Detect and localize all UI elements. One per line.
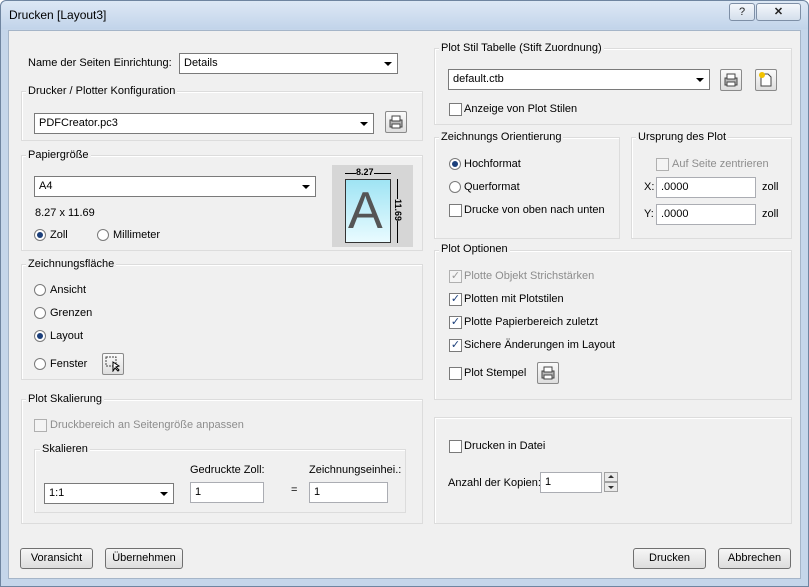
page-setup-label: Name der Seiten Einrichtung: xyxy=(28,57,172,69)
plot-with-styles-label[interactable]: Plotten mit Plotstilen xyxy=(464,293,564,305)
paper-preview: A 8.27 11.69 xyxy=(332,165,413,247)
plot-stamp-checkbox[interactable] xyxy=(449,367,462,380)
chevron-down-icon xyxy=(696,78,704,82)
show-plot-styles-label[interactable]: Anzeige von Plot Stilen xyxy=(464,103,577,115)
page-setup-select[interactable]: Details xyxy=(179,53,398,74)
close-button[interactable]: ✕ xyxy=(756,3,801,21)
upside-down-label[interactable]: Drucke von oben nach unten xyxy=(464,204,605,216)
center-plot-label[interactable]: Auf Seite zentrieren xyxy=(672,158,769,170)
orientation-group xyxy=(434,137,620,239)
edit-table-icon[interactable] xyxy=(720,69,742,91)
plot-style-group-title: Plot Stil Tabelle (Stift Zuordnung) xyxy=(439,42,604,54)
copies-down-arrow-icon[interactable] xyxy=(604,482,618,492)
plot-area-layout-radio[interactable] xyxy=(34,330,46,342)
center-plot-checkbox[interactable] xyxy=(656,158,669,171)
print-dialog: Drucken [Layout3] ? ✕ Name der Seiten Ei… xyxy=(0,0,809,587)
paper-size-text: 8.27 x 11.69 xyxy=(35,207,95,219)
lineweights-label[interactable]: Plotte Objekt Strichstärken xyxy=(464,270,594,282)
printed-units-input[interactable]: 1 xyxy=(190,482,264,503)
save-changes-label[interactable]: Sichere Änderungen im Layout xyxy=(464,339,615,351)
origin-group-title: Ursprung des Plot xyxy=(636,131,729,143)
title-bar: Drucken [Layout3] ? ✕ xyxy=(1,1,808,29)
unit-mm-label[interactable]: Millimeter xyxy=(113,229,160,241)
plot-area-window-radio[interactable] xyxy=(34,358,46,370)
upside-down-checkbox[interactable] xyxy=(449,204,462,217)
copies-up-arrow-icon[interactable] xyxy=(604,472,618,482)
plot-options-group-title: Plot Optionen xyxy=(439,243,510,255)
orientation-group-title: Zeichnungs Orientierung xyxy=(439,131,564,143)
paper-preview-sheet: A xyxy=(345,179,391,243)
plot-area-view-label[interactable]: Ansicht xyxy=(50,284,86,296)
paperspace-last-checkbox[interactable]: ✓ xyxy=(449,316,462,329)
scale-select[interactable]: 1:1 xyxy=(44,483,174,504)
plot-area-view-radio[interactable] xyxy=(34,284,46,296)
output-group xyxy=(434,417,792,524)
origin-y-label: Y: xyxy=(644,208,654,220)
help-button[interactable]: ? xyxy=(729,3,755,21)
origin-x-label: X: xyxy=(644,181,655,193)
chevron-down-icon xyxy=(302,185,310,189)
origin-x-unit: zoll xyxy=(762,181,779,193)
landscape-radio[interactable] xyxy=(449,181,461,193)
origin-y-input[interactable]: .0000 xyxy=(656,204,756,225)
printer-select[interactable]: PDFCreator.pc3 xyxy=(34,113,374,134)
apply-button[interactable]: Übernehmen xyxy=(105,548,183,569)
printer-value: PDFCreator.pc3 xyxy=(39,117,118,129)
plot-area-limits-label[interactable]: Grenzen xyxy=(50,307,92,319)
plot-area-layout-label[interactable]: Layout xyxy=(50,330,83,342)
portrait-label[interactable]: Hochformat xyxy=(464,158,521,170)
fit-to-paper-checkbox[interactable] xyxy=(34,419,47,432)
unit-inch-label[interactable]: Zoll xyxy=(50,229,68,241)
chevron-down-icon xyxy=(360,122,368,126)
page-setup-value: Details xyxy=(184,57,218,69)
paper-select[interactable]: A4 xyxy=(34,176,316,197)
printed-units-label: Gedruckte Zoll: xyxy=(190,464,265,476)
fit-to-paper-label[interactable]: Druckbereich an Seitengröße anpassen xyxy=(50,419,244,431)
plot-style-select[interactable]: default.ctb xyxy=(448,69,710,90)
stamp-settings-icon[interactable] xyxy=(537,362,559,384)
pick-window-icon[interactable] xyxy=(102,353,124,375)
print-to-file-label[interactable]: Drucken in Datei xyxy=(464,440,545,452)
plot-area-limits-radio[interactable] xyxy=(34,307,46,319)
paper-preview-height: 11.69 xyxy=(393,198,404,222)
scale-value: 1:1 xyxy=(49,487,65,499)
printer-properties-icon[interactable] xyxy=(385,111,407,133)
window-title: Drucken [Layout3] xyxy=(9,8,107,22)
copies-input[interactable]: 1 xyxy=(540,472,602,493)
equals-sign: = xyxy=(291,484,298,496)
chevron-down-icon xyxy=(384,62,392,66)
save-changes-checkbox[interactable]: ✓ xyxy=(449,339,462,352)
plot-with-styles-checkbox[interactable]: ✓ xyxy=(449,293,462,306)
plot-area-window-label[interactable]: Fenster xyxy=(50,358,87,370)
paper-preview-width: 8.27 xyxy=(356,167,374,177)
new-file-icon[interactable] xyxy=(755,69,777,91)
drawing-units-input[interactable]: 1 xyxy=(309,482,388,503)
print-to-file-checkbox[interactable] xyxy=(449,440,462,453)
dialog-body: Name der Seiten Einrichtung: Details Dru… xyxy=(8,30,801,579)
print-button[interactable]: Drucken xyxy=(633,548,706,569)
unit-inch-radio[interactable] xyxy=(34,229,46,241)
scale-subgroup-title: Skalieren xyxy=(40,443,90,455)
drawing-units-label: Zeichnungseinhei.: xyxy=(309,464,402,476)
copies-label: Anzahl der Kopien: xyxy=(448,477,541,489)
chevron-down-icon xyxy=(160,492,168,496)
landscape-label[interactable]: Querformat xyxy=(464,181,520,193)
paper-value: A4 xyxy=(39,180,53,192)
plot-style-value: default.ctb xyxy=(453,73,504,85)
plot-stamp-label[interactable]: Plot Stempel xyxy=(464,367,526,379)
unit-mm-radio[interactable] xyxy=(97,229,109,241)
portrait-radio[interactable] xyxy=(449,158,461,170)
plot-area-group-title: Zeichnungsfläche xyxy=(26,258,117,270)
preview-button[interactable]: Voransicht xyxy=(20,548,93,569)
lineweights-checkbox[interactable]: ✓ xyxy=(449,270,462,283)
origin-x-input[interactable]: .0000 xyxy=(656,177,756,198)
origin-y-unit: zoll xyxy=(762,208,779,220)
show-plot-styles-checkbox[interactable] xyxy=(449,103,462,116)
printer-group-title: Drucker / Plotter Konfiguration xyxy=(26,85,178,97)
cancel-button[interactable]: Abbrechen xyxy=(718,548,791,569)
paper-group-title: Papiergröße xyxy=(26,149,91,161)
paperspace-last-label[interactable]: Plotte Papierbereich zuletzt xyxy=(464,316,598,328)
paper-preview-letter: A xyxy=(348,182,383,240)
scale-group-title: Plot Skalierung xyxy=(26,393,104,405)
